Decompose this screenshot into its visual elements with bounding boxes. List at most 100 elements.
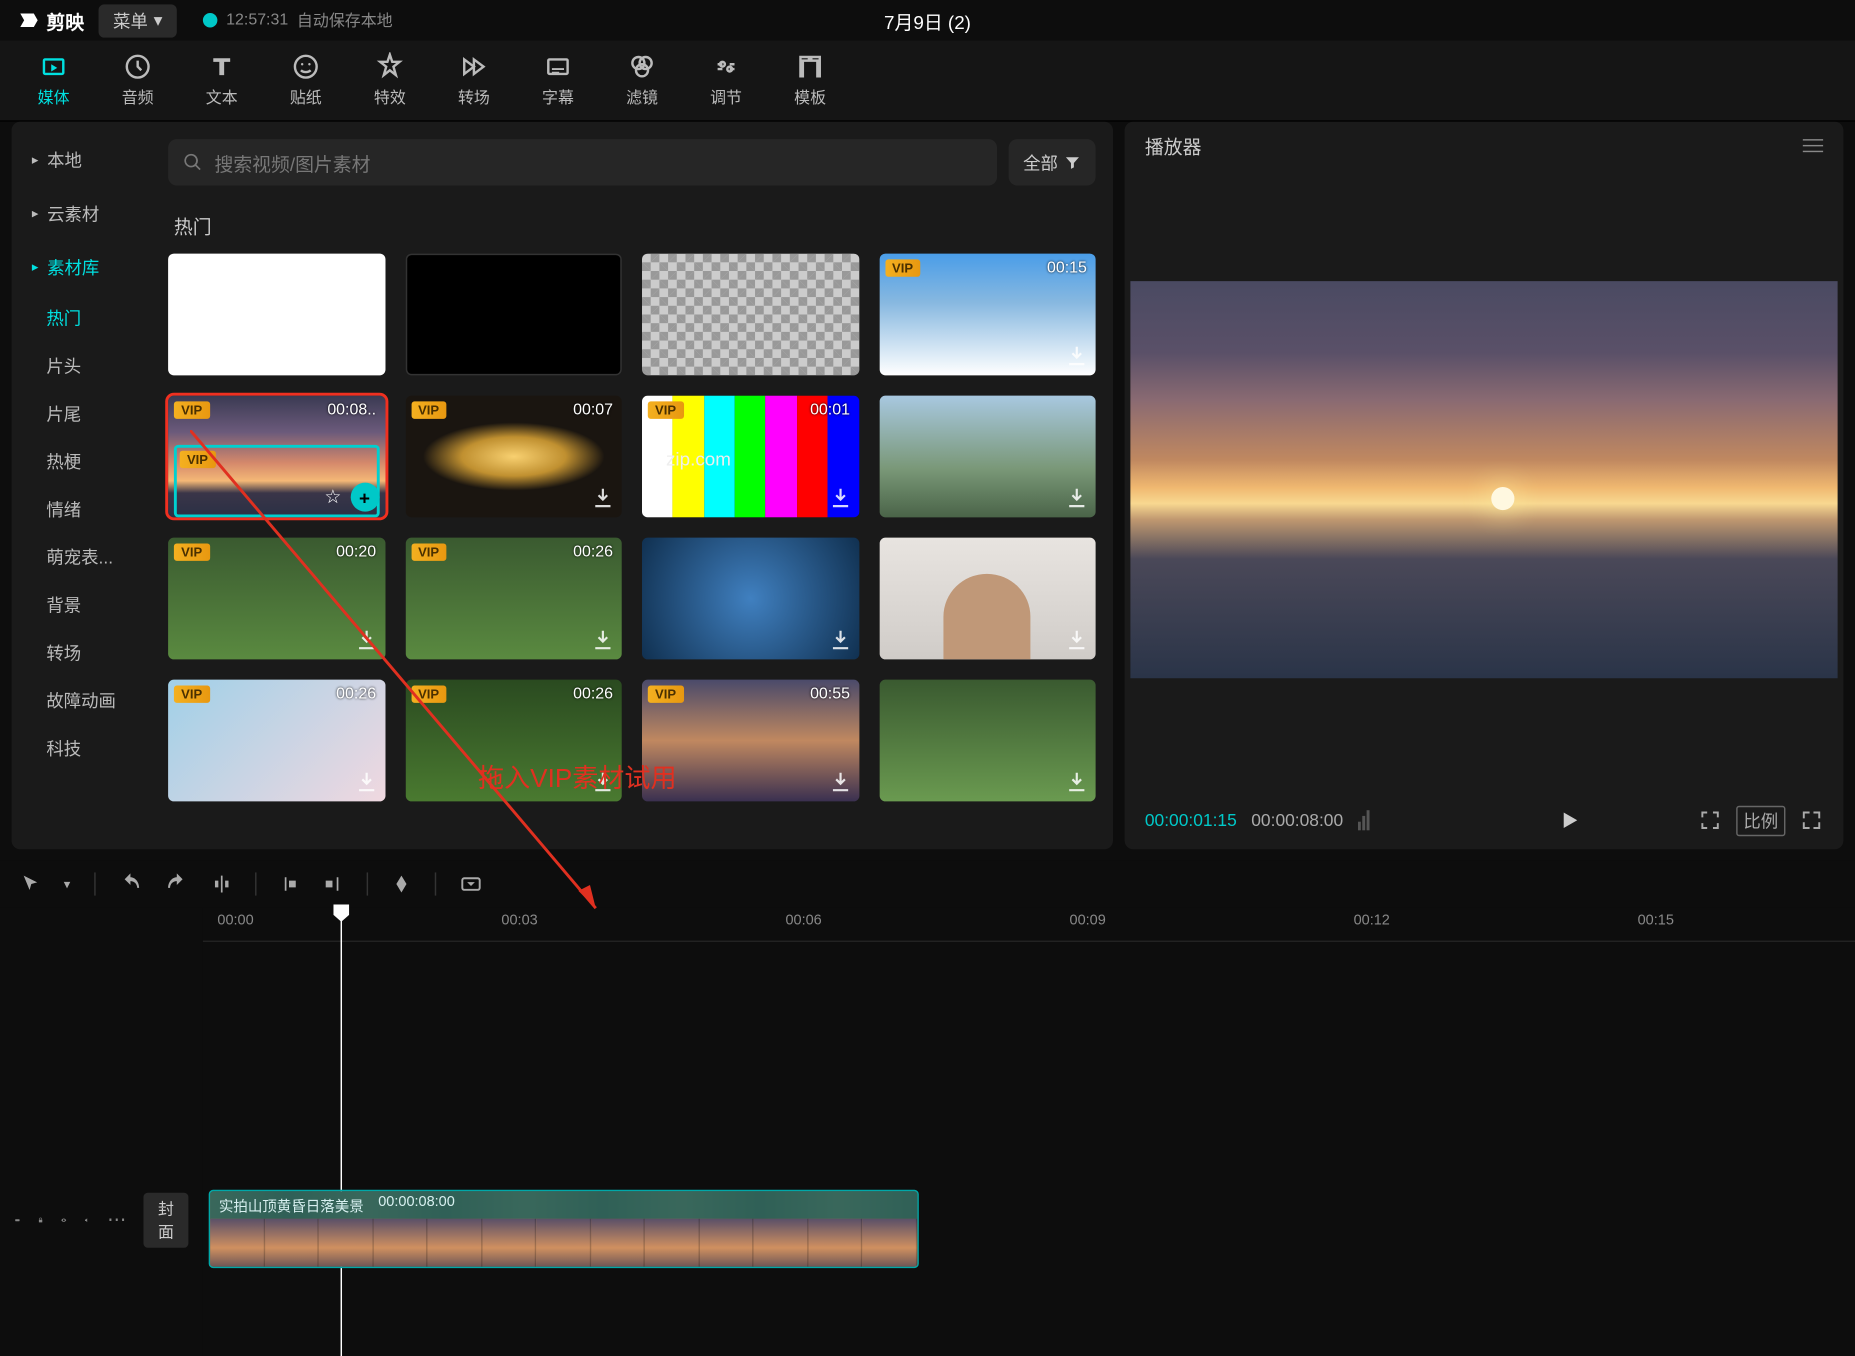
sidebar-head[interactable]: 本地 xyxy=(12,133,151,187)
media-thumb[interactable]: VIP00:26 xyxy=(168,680,385,802)
project-name: 7月9日 (2) xyxy=(884,7,971,35)
time-current: 00:00:01:15 xyxy=(1145,810,1237,830)
cover-button[interactable]: 封面 xyxy=(143,1193,188,1248)
sidebar-sub[interactable]: 片头 xyxy=(12,342,151,390)
sidebar-sub[interactable]: 转场 xyxy=(12,629,151,677)
chevron-down-icon: ▾ xyxy=(154,10,163,30)
download-icon[interactable] xyxy=(827,770,853,796)
filter-icon xyxy=(1064,154,1081,171)
media-thumb[interactable]: VIP00:15 xyxy=(879,254,1096,376)
media-thumb[interactable] xyxy=(168,254,385,376)
tab-文本[interactable]: 文本 xyxy=(180,41,264,121)
download-icon[interactable] xyxy=(827,628,853,654)
duration-label: 00:26 xyxy=(573,544,613,561)
vip-badge: VIP xyxy=(648,686,684,703)
sidebar-sub[interactable]: 热梗 xyxy=(12,438,151,486)
trim-right-icon[interactable] xyxy=(322,874,342,894)
cursor-tool[interactable] xyxy=(20,874,40,894)
media-thumb[interactable]: VIP 00:20 xyxy=(168,538,385,660)
vip-badge: VIP xyxy=(174,544,210,561)
add-button[interactable]: + xyxy=(350,483,379,512)
redo-icon[interactable] xyxy=(165,872,188,895)
duration-label: 00:01 xyxy=(810,402,850,419)
search-icon xyxy=(183,152,203,172)
timeline-clip[interactable]: 实拍山顶黄昏日落美景 00:00:08:00 xyxy=(209,1190,919,1268)
media-thumb[interactable]: VIP00:07 xyxy=(405,396,622,518)
sidebar-head[interactable]: 云素材 xyxy=(12,187,151,241)
frame-export-icon[interactable] xyxy=(459,872,482,895)
download-icon[interactable] xyxy=(1064,486,1090,512)
download-icon[interactable] xyxy=(353,628,379,654)
watermark: zip.com xyxy=(666,448,731,470)
volume-bars-icon[interactable] xyxy=(1358,810,1370,830)
download-icon[interactable] xyxy=(590,628,616,654)
fullscreen-icon[interactable] xyxy=(1800,809,1823,832)
player-title: 播放器 xyxy=(1145,131,1202,159)
annotation-label: 拖入VIP素材试用 xyxy=(478,758,677,796)
toggle-track-icon[interactable] xyxy=(14,1212,20,1229)
split-icon[interactable] xyxy=(211,874,231,894)
sidebar-sub[interactable]: 萌宠表... xyxy=(12,533,151,581)
star-icon[interactable]: ☆ xyxy=(324,486,341,509)
duration-label: 00:07 xyxy=(573,402,613,419)
ratio-button[interactable]: 比例 xyxy=(1736,805,1785,835)
filter-button[interactable]: 全部 xyxy=(1009,139,1096,185)
sidebar-head[interactable]: 素材库 xyxy=(12,241,151,295)
duration-label: 00:20 xyxy=(336,544,376,561)
duration-label: 00:26 xyxy=(336,686,376,703)
sidebar-sub[interactable]: 片尾 xyxy=(12,390,151,438)
playhead[interactable] xyxy=(341,907,342,1356)
sidebar-sub[interactable]: 热门 xyxy=(12,294,151,342)
media-thumb[interactable]: VIP00:08..VIP☆+ xyxy=(168,396,385,518)
lock-icon[interactable] xyxy=(38,1212,44,1229)
sidebar-sub[interactable]: 故障动画 xyxy=(12,677,151,725)
tab-贴纸[interactable]: 贴纸 xyxy=(264,41,348,121)
menu-button[interactable]: 菜单 ▾ xyxy=(99,4,177,37)
tab-滤镜[interactable]: 滤镜 xyxy=(600,41,684,121)
eye-icon[interactable] xyxy=(61,1212,67,1229)
player-canvas[interactable] xyxy=(1130,281,1837,679)
time-total: 00:00:08:00 xyxy=(1251,810,1343,830)
ruler-tick: 00:12 xyxy=(1354,913,1390,929)
undo-icon[interactable] xyxy=(118,872,141,895)
section-title: 热门 xyxy=(174,212,1096,240)
vip-badge: VIP xyxy=(885,259,921,276)
speaker-icon[interactable] xyxy=(84,1212,90,1229)
download-icon[interactable] xyxy=(353,770,379,796)
tab-字幕[interactable]: 字幕 xyxy=(516,41,600,121)
vip-badge: VIP xyxy=(411,686,447,703)
trim-left-icon[interactable] xyxy=(279,874,299,894)
download-icon[interactable] xyxy=(827,486,853,512)
media-thumb[interactable] xyxy=(879,396,1096,518)
player-menu-icon[interactable] xyxy=(1803,138,1823,151)
sidebar-sub[interactable]: 背景 xyxy=(12,581,151,629)
sidebar-sub[interactable]: 科技 xyxy=(12,725,151,773)
autosave-status: 12:57:31 自动保存本地 xyxy=(203,9,393,32)
download-icon[interactable] xyxy=(1064,344,1090,370)
more-icon[interactable]: ⋯ xyxy=(107,1209,126,1232)
media-thumb[interactable] xyxy=(642,538,859,660)
marker-icon[interactable] xyxy=(391,874,411,894)
chevron-down-icon[interactable]: ▾ xyxy=(64,876,71,892)
download-icon[interactable] xyxy=(590,486,616,512)
media-thumb[interactable] xyxy=(879,538,1096,660)
vip-badge: VIP xyxy=(174,402,210,419)
tab-调节[interactable]: 调节 xyxy=(684,41,768,121)
media-thumb[interactable] xyxy=(405,254,622,376)
tab-媒体[interactable]: 媒体 xyxy=(12,41,96,121)
tab-转场[interactable]: 转场 xyxy=(432,41,516,121)
tab-特效[interactable]: 特效 xyxy=(348,41,432,121)
download-icon[interactable] xyxy=(1064,770,1090,796)
play-button[interactable] xyxy=(1558,809,1581,832)
media-thumb[interactable] xyxy=(642,254,859,376)
search-input[interactable]: 搜索视频/图片素材 xyxy=(168,139,997,185)
media-thumb[interactable] xyxy=(879,680,1096,802)
tab-音频[interactable]: 音频 xyxy=(96,41,180,121)
download-icon[interactable] xyxy=(1064,628,1090,654)
ruler-tick: 00:06 xyxy=(785,913,821,929)
focus-icon[interactable] xyxy=(1698,809,1721,832)
media-thumb[interactable]: VIP00:26 xyxy=(405,538,622,660)
ruler-tick: 00:00 xyxy=(217,913,253,929)
sidebar-sub[interactable]: 情绪 xyxy=(12,485,151,533)
tab-模板[interactable]: 模板 xyxy=(768,41,852,121)
